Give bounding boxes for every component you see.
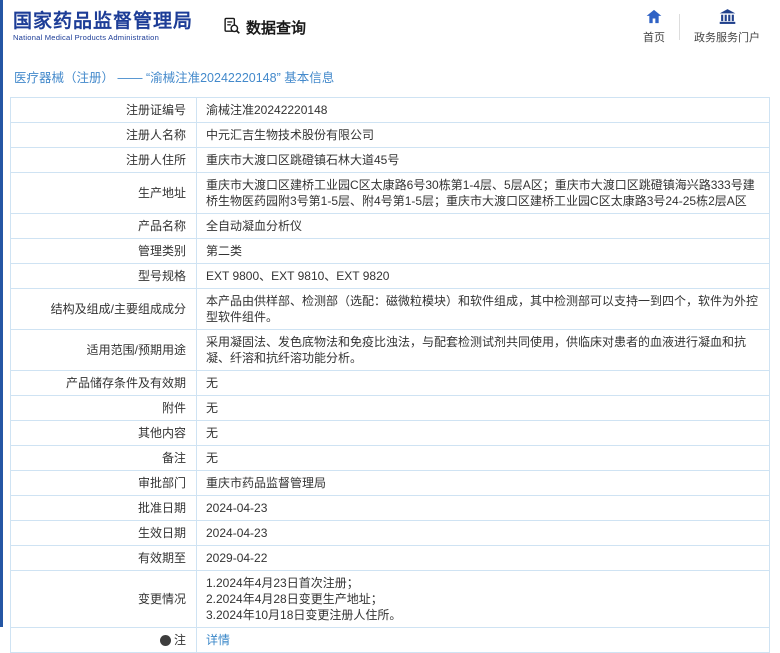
row-value: 重庆市大渡口区跳磴镇石林大道45号 — [197, 148, 769, 172]
row-value: 1.2024年4月23日首次注册； 2.2024年4月28日变更生产地址； 3.… — [197, 571, 769, 627]
nav-home-label: 首页 — [643, 32, 665, 44]
row-label: 注册人名称 — [11, 123, 197, 147]
data-query-icon — [223, 17, 240, 38]
row-label: 备注 — [11, 446, 197, 470]
row-value-text: 中元汇吉生物技术股份有限公司 — [206, 128, 375, 142]
data-query-title: 数据查询 — [223, 17, 306, 38]
row-value: 本产品由供样部、检测部（选配：磁微粒模块）和软件组成，其中检测部可以支持一到四个… — [197, 289, 769, 329]
table-row: 注册人名称 中元汇吉生物技术股份有限公司 — [11, 123, 769, 148]
table-row: 管理类别 第二类 — [11, 239, 769, 264]
row-value-text: 1.2024年4月23日首次注册； 2.2024年4月28日变更生产地址； 3.… — [206, 576, 402, 622]
row-value-text: 2024-04-23 — [206, 526, 268, 540]
nmpa-logo: 国家药品监督管理局 National Medical Products Admi… — [13, 11, 193, 42]
row-value-text: 重庆市大渡口区建桥工业园C区太康路6号30栋第1-4层、5层A区；重庆市大渡口区… — [206, 178, 755, 208]
row-label: 适用范围/预期用途 — [11, 330, 197, 370]
row-label: 注 — [11, 628, 197, 652]
row-value: 中元汇吉生物技术股份有限公司 — [197, 123, 769, 147]
nav-government-portal[interactable]: 政务服务门户 — [694, 9, 760, 45]
row-value-text: 无 — [206, 426, 219, 440]
row-label: 其他内容 — [11, 421, 197, 445]
row-value: 详情 — [197, 628, 769, 652]
table-row: 生效日期 2024-04-23 — [11, 521, 769, 546]
row-value-text: EXT 9800、EXT 9810、EXT 9820 — [206, 269, 390, 283]
table-row: 生产地址 重庆市大渡口区建桥工业园C区太康路6号30栋第1-4层、5层A区；重庆市… — [11, 173, 769, 214]
row-value-text: 无 — [206, 401, 219, 415]
site-header: 国家药品监督管理局 National Medical Products Admi… — [0, 0, 780, 52]
table-row: 适用范围/预期用途 采用凝固法、发色底物法和免疫比浊法，与配套检测试剂共同使用，供… — [11, 330, 769, 371]
detail-link[interactable]: 详情 — [206, 632, 230, 648]
row-value: 无 — [197, 421, 769, 445]
row-value-text: 渝械注准20242220148 — [206, 103, 328, 117]
row-value-text: 无 — [206, 451, 219, 465]
nav-home[interactable]: 首页 — [643, 9, 665, 45]
row-value-text: 重庆市药品监督管理局 — [206, 476, 327, 490]
row-value-text: 全自动凝血分析仪 — [206, 219, 303, 233]
row-value-text: 无 — [206, 376, 219, 390]
row-label: 结构及组成/主要组成成分 — [11, 289, 197, 329]
row-label: 附件 — [11, 396, 197, 420]
row-label: 产品名称 — [11, 214, 197, 238]
table-row: 审批部门 重庆市药品监督管理局 — [11, 471, 769, 496]
row-value: 2024-04-23 — [197, 496, 769, 520]
row-value-text: 重庆市大渡口区跳磴镇石林大道45号 — [206, 153, 400, 167]
table-row: 其他内容无 — [11, 421, 769, 446]
row-value: 全自动凝血分析仪 — [197, 214, 769, 238]
row-label: 有效期至 — [11, 546, 197, 570]
table-row: 变更情况 1.2024年4月23日首次注册； 2.2024年4月28日变更生产地址… — [11, 571, 769, 628]
row-value: 重庆市药品监督管理局 — [197, 471, 769, 495]
row-value: 采用凝固法、发色底物法和免疫比浊法，与配套检测试剂共同使用，供临床对患者的血液进… — [197, 330, 769, 370]
table-row: 注册人住所 重庆市大渡口区跳磴镇石林大道45号 — [11, 148, 769, 173]
home-icon — [646, 9, 662, 27]
header-nav: 首页 政务服务门户 — [643, 9, 764, 45]
breadcrumb: 医疗器械（注册） —— “渝械注准20242220148” 基本信息 — [14, 71, 335, 85]
left-accent-bar — [0, 0, 3, 627]
table-row: 备注无 — [11, 446, 769, 471]
row-label: 型号规格 — [11, 264, 197, 288]
row-value-text: 采用凝固法、发色底物法和免疫比浊法，与配套检测试剂共同使用，供临床对患者的血液进… — [206, 335, 747, 365]
nav-divider — [679, 14, 680, 40]
row-label: 批准日期 — [11, 496, 197, 520]
row-value: 重庆市大渡口区建桥工业园C区太康路6号30栋第1-4层、5层A区；重庆市大渡口区… — [197, 173, 769, 213]
row-value: 无 — [197, 446, 769, 470]
row-label: 生产地址 — [11, 173, 197, 213]
row-value-text: 2024-04-23 — [206, 501, 268, 515]
row-label: 生效日期 — [11, 521, 197, 545]
government-portal-icon — [719, 9, 736, 27]
logo-title: 国家药品监督管理局 — [13, 11, 194, 33]
registration-info-table: 注册证编号 渝械注准20242220148 注册人名称 中元汇吉生物技术股份有限公司注… — [10, 97, 770, 653]
table-row: 注册证编号 渝械注准20242220148 — [11, 98, 769, 123]
row-label: 产品储存条件及有效期 — [11, 371, 197, 395]
nav-portal-label: 政务服务门户 — [694, 32, 760, 44]
row-label: 注册证编号 — [11, 98, 197, 122]
table-row: 注详情 — [11, 628, 769, 652]
row-value-text: 2029-04-22 — [206, 551, 268, 565]
note-bullet-icon — [159, 634, 171, 646]
row-value: 无 — [197, 396, 769, 420]
row-value: 2024-04-23 — [197, 521, 769, 545]
row-value: 无 — [197, 371, 769, 395]
row-value-text: 第二类 — [206, 244, 243, 258]
row-value: 渝械注准20242220148 — [197, 98, 769, 122]
table-row: 产品名称 全自动凝血分析仪 — [11, 214, 769, 239]
row-label: 审批部门 — [11, 471, 197, 495]
table-row: 附件无 — [11, 396, 769, 421]
row-value: EXT 9800、EXT 9810、EXT 9820 — [197, 264, 769, 288]
row-value: 2029-04-22 — [197, 546, 769, 570]
table-row: 型号规格 EXT 9800、EXT 9810、EXT 9820 — [11, 264, 769, 289]
table-row: 批准日期 2024-04-23 — [11, 496, 769, 521]
table-row: 产品储存条件及有效期无 — [11, 371, 769, 396]
row-label: 注册人住所 — [11, 148, 197, 172]
row-label: 管理类别 — [11, 239, 197, 263]
table-row: 结构及组成/主要组成成分 本产品由供样部、检测部（选配：磁微粒模块）和软件组成，其… — [11, 289, 769, 330]
row-value-text: 本产品由供样部、检测部（选配：磁微粒模块）和软件组成，其中检测部可以支持一到四个… — [206, 294, 759, 324]
row-label: 变更情况 — [11, 571, 197, 627]
logo-subtitle: National Medical Products Administration — [13, 32, 160, 42]
table-row: 有效期至 2029-04-22 — [11, 546, 769, 571]
row-value: 第二类 — [197, 239, 769, 263]
data-query-label: 数据查询 — [246, 19, 307, 37]
